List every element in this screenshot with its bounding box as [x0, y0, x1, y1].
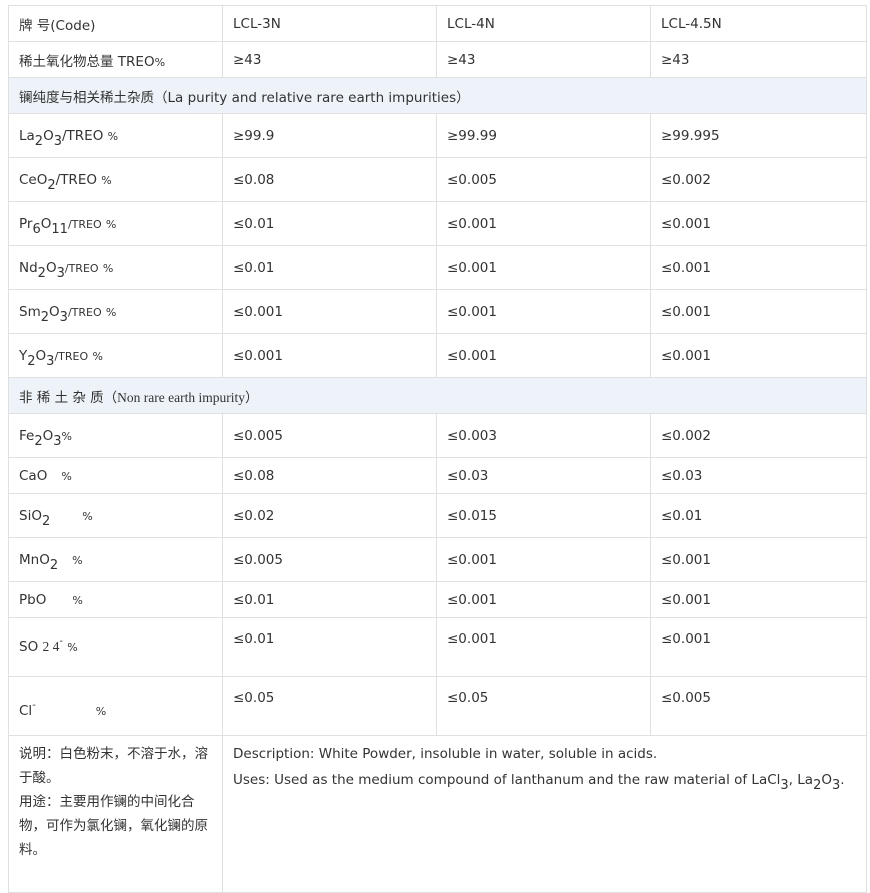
table-cell: ≤0.001	[650, 201, 867, 246]
uses-en-text: Uses: Used as the medium compound of lan…	[233, 772, 845, 793]
row-label: CaO%	[8, 457, 223, 494]
row-label: Pr6O11/TREO %	[8, 201, 223, 246]
grade-header: LCL-3N	[222, 5, 437, 42]
table-cell: ≤0.005	[436, 157, 651, 202]
table-row: MnO2% ≤0.005 ≤0.001 ≤0.001	[8, 537, 867, 582]
row-label: MnO2%	[8, 537, 223, 582]
table-cell: ≤0.001	[436, 617, 651, 677]
row-label: PbO%	[8, 581, 223, 618]
table-cell: ≤0.08	[222, 157, 437, 202]
treo-label: 稀土氧化物总量 TREO%	[8, 41, 223, 78]
table-cell: ≤0.001	[436, 245, 651, 290]
description-cn-text: 说明：白色粉末，不溶于水，溶于酸。	[19, 746, 208, 786]
table-row: Y2O3/TREO % ≤0.001 ≤0.001 ≤0.001	[8, 333, 867, 378]
table-row: La2O3/TREO % ≥99.9 ≥99.99 ≥99.995	[8, 113, 867, 158]
table-cell: ≤0.08	[222, 457, 437, 494]
table-cell: ≤0.03	[650, 457, 867, 494]
table-row: SO 2 4- % ≤0.01 ≤0.001 ≤0.001	[8, 617, 867, 677]
table-row: Cl-% ≤0.05 ≤0.05 ≤0.005	[8, 676, 867, 736]
table-cell: ≤0.001	[650, 581, 867, 618]
table-row: Nd2O3/TREO % ≤0.01 ≤0.001 ≤0.001	[8, 245, 867, 290]
row-label: La2O3/TREO %	[8, 113, 223, 158]
table-cell: ≤0.005	[650, 676, 867, 736]
row-label: Nd2O3/TREO %	[8, 245, 223, 290]
table-cell: ≤0.01	[222, 617, 437, 677]
section-row: 非 稀 土 杂 质（Non rare earth impurity）	[8, 377, 867, 414]
grade-header: LCL-4.5N	[650, 5, 867, 42]
table-cell: ≤0.02	[222, 493, 437, 538]
table-cell: ≤0.005	[222, 537, 437, 582]
table-row: PbO% ≤0.01 ≤0.001 ≤0.001	[8, 581, 867, 618]
table-cell: ≥99.995	[650, 113, 867, 158]
spec-table: 牌 号(Code) LCL-3N LCL-4N LCL-4.5N 稀土氧化物总量…	[8, 5, 867, 893]
table-cell: ≤0.001	[222, 289, 437, 334]
row-label: Sm2O3/TREO %	[8, 289, 223, 334]
row-label: Fe2O3%	[8, 413, 223, 458]
table-cell: ≤0.005	[222, 413, 437, 458]
section-title: 非 稀 土 杂 质（Non rare earth impurity）	[8, 377, 867, 414]
table-cell: ≤0.001	[436, 581, 651, 618]
section-row: 镧纯度与相关稀土杂质（La purity and relative rare e…	[8, 77, 867, 114]
table-cell: ≤0.001	[650, 289, 867, 334]
table-row: CeO2/TREO % ≤0.08 ≤0.005 ≤0.002	[8, 157, 867, 202]
table-cell: ≤0.001	[650, 245, 867, 290]
table-cell: ≤0.001	[436, 333, 651, 378]
table-cell: ≤0.05	[222, 676, 437, 736]
table-row: Pr6O11/TREO % ≤0.01 ≤0.001 ≤0.001	[8, 201, 867, 246]
table-cell: ≤0.001	[650, 537, 867, 582]
table-cell: ≤0.03	[436, 457, 651, 494]
description-en: Description: White Powder, insoluble in …	[222, 735, 867, 893]
code-header: 牌 号(Code)	[8, 5, 223, 42]
table-cell: ≤0.001	[436, 537, 651, 582]
grade-header: LCL-4N	[436, 5, 651, 42]
table-cell: ≤0.003	[436, 413, 651, 458]
table-cell: ≥99.9	[222, 113, 437, 158]
table-cell: ≤0.002	[650, 157, 867, 202]
row-label: CeO2/TREO %	[8, 157, 223, 202]
table-cell: ≤0.05	[436, 676, 651, 736]
table-cell: ≤0.001	[650, 333, 867, 378]
section-title: 镧纯度与相关稀土杂质（La purity and relative rare e…	[8, 77, 867, 114]
description-row: 说明：白色粉末，不溶于水，溶于酸。 用途：主要用作镧的中间化合物，可作为氯化镧，…	[8, 735, 867, 893]
table-cell: ≤0.002	[650, 413, 867, 458]
row-label: Cl-%	[8, 676, 223, 736]
uses-cn-text: 用途：主要用作镧的中间化合物，可作为氯化镧，氧化镧的原料。	[19, 794, 208, 858]
table-cell: ≤0.015	[436, 493, 651, 538]
description-cn: 说明：白色粉末，不溶于水，溶于酸。 用途：主要用作镧的中间化合物，可作为氯化镧，…	[8, 735, 223, 893]
row-label: Y2O3/TREO %	[8, 333, 223, 378]
table-cell: ≤0.01	[222, 581, 437, 618]
table-cell: ≥43	[222, 41, 437, 78]
table-row: SiO2% ≤0.02 ≤0.015 ≤0.01	[8, 493, 867, 538]
table-cell: ≤0.001	[436, 289, 651, 334]
table-cell: ≤0.001	[650, 617, 867, 677]
table-cell: ≤0.01	[222, 201, 437, 246]
table-cell: ≤0.01	[650, 493, 867, 538]
table-cell: ≤0.001	[436, 201, 651, 246]
table-cell: ≤0.001	[222, 333, 437, 378]
table-row: Fe2O3% ≤0.005 ≤0.003 ≤0.002	[8, 413, 867, 458]
table-cell: ≥99.99	[436, 113, 651, 158]
row-label: SiO2%	[8, 493, 223, 538]
table-cell: ≥43	[436, 41, 651, 78]
description-en-text: Description: White Powder, insoluble in …	[233, 746, 658, 762]
table-row: Sm2O3/TREO % ≤0.001 ≤0.001 ≤0.001	[8, 289, 867, 334]
treo-row: 稀土氧化物总量 TREO% ≥43 ≥43 ≥43	[8, 41, 867, 78]
table-row: CaO% ≤0.08 ≤0.03 ≤0.03	[8, 457, 867, 494]
header-row: 牌 号(Code) LCL-3N LCL-4N LCL-4.5N	[8, 5, 867, 42]
row-label: SO 2 4- %	[8, 617, 223, 677]
table-cell: ≤0.01	[222, 245, 437, 290]
table-cell: ≥43	[650, 41, 867, 78]
